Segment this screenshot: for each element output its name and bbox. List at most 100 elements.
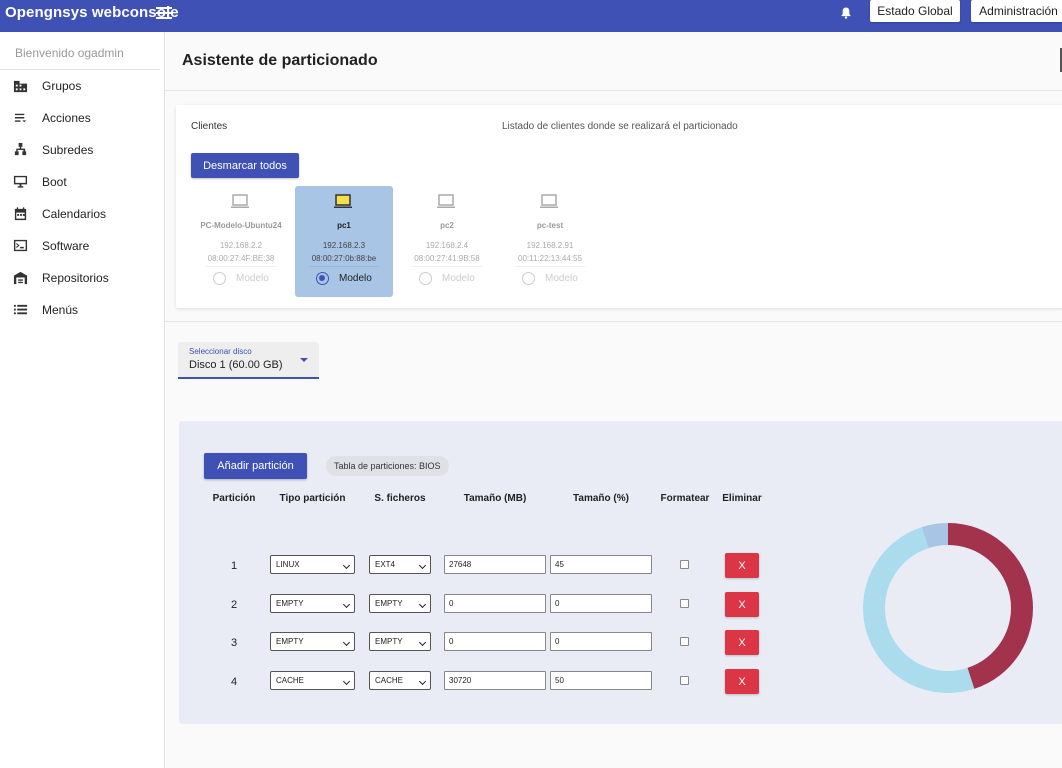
computer-icon: [437, 194, 455, 208]
bell-icon[interactable]: [838, 5, 854, 21]
sidebar-item-label: Calendarios: [42, 207, 107, 221]
filesystem-select[interactable]: CACHE: [369, 671, 431, 690]
client-mac: 08:00:27:41:9B:58: [414, 254, 480, 263]
terminal-icon: [13, 239, 28, 252]
size-mb-input[interactable]: 27648: [444, 555, 546, 574]
sidebar-item-label: Repositorios: [42, 271, 109, 285]
sidebar-item-grupos[interactable]: Grupos: [0, 72, 164, 100]
client-name: pc1: [337, 221, 351, 230]
sidebar-item-boot[interactable]: Boot: [0, 168, 164, 196]
network-icon: [14, 142, 27, 156]
model-radio-label: Modelo: [442, 273, 475, 284]
client-mac: 08:00:27:4F:BE:38: [207, 254, 275, 263]
section-divider: [165, 321, 1062, 322]
disk-select[interactable]: Seleccionar disco Disco 1 (60.00 GB): [178, 342, 319, 379]
client-name: pc2: [440, 221, 454, 230]
building-icon: [13, 80, 28, 93]
header-size-mb: Tamaño (MB): [463, 493, 527, 504]
filesystem-select[interactable]: EMPTY: [369, 594, 431, 613]
sidebar-item-subredes[interactable]: Subredes: [0, 136, 164, 164]
partition-number: 3: [230, 637, 238, 649]
app-title: Opengnsys webconsole: [5, 4, 179, 21]
partition-number: 4: [230, 676, 238, 688]
partition-row: 3 EMPTY EMPTY 0 0 X: [179, 630, 779, 658]
format-checkbox[interactable]: [680, 599, 689, 608]
model-radio-label: Modelo: [545, 273, 578, 284]
client-card[interactable]: pc2 192.168.2.4 08:00:27:41:9B:58 Modelo: [398, 186, 496, 297]
client-divider: [515, 266, 585, 267]
size-percent-input[interactable]: 0: [550, 594, 652, 613]
clients-card: Clientes Listado de clientes donde se re…: [176, 105, 1062, 308]
sidebar-divider: [0, 69, 160, 70]
model-radio[interactable]: [419, 272, 432, 285]
clients-description: Listado de clientes donde se realizará e…: [502, 121, 738, 132]
client-divider: [206, 266, 276, 267]
size-percent-input[interactable]: 45: [550, 555, 652, 574]
computer-icon: [334, 194, 352, 208]
sidebar-item-label: Software: [42, 239, 90, 253]
disk-select-label: Seleccionar disco: [189, 347, 252, 356]
filesystem-select[interactable]: EMPTY: [369, 632, 431, 651]
partition-donut-chart: [863, 523, 1033, 693]
header-delete: Eliminar: [722, 493, 762, 504]
clients-label: Clientes: [191, 121, 228, 132]
size-mb-input[interactable]: 0: [444, 594, 546, 613]
menu-list-icon: [13, 304, 28, 315]
partition-number: 2: [230, 599, 238, 611]
warehouse-icon: [13, 271, 28, 285]
sidebar: Bienvenido ogadmin Grupos Acciones Subre…: [0, 32, 165, 768]
model-radio[interactable]: [213, 272, 226, 285]
sidebar-item-software[interactable]: Software: [0, 232, 164, 260]
header-filesystem: S. ficheros: [374, 493, 426, 504]
partition-type-select[interactable]: LINUX: [270, 555, 355, 574]
size-mb-input[interactable]: 30720: [444, 671, 546, 690]
welcome-text: Bienvenido ogadmin: [15, 46, 124, 60]
format-checkbox[interactable]: [680, 676, 689, 685]
client-card[interactable]: PC-Modelo-Ubuntu24 192.168.2.2 08:00:27:…: [192, 186, 290, 297]
computer-icon: [540, 194, 558, 208]
client-divider: [309, 266, 379, 267]
top-bar: Opengnsys webconsole Estado Global Admin…: [0, 0, 1062, 32]
client-ip: 192.168.2.4: [425, 241, 469, 250]
partition-row: 1 LINUX EXT4 27648 45 X: [179, 553, 779, 581]
delete-partition-button[interactable]: X: [725, 630, 759, 655]
format-checkbox[interactable]: [680, 637, 689, 646]
sidebar-item-calendarios[interactable]: Calendarios: [0, 200, 164, 228]
sidebar-item-label: Menús: [42, 303, 79, 317]
client-card[interactable]: pc-test 192.168.2.91 00:11:22:13:44:55 M…: [501, 186, 599, 297]
donut-slice-1: [863, 527, 975, 693]
size-percent-input[interactable]: 50: [550, 671, 652, 690]
model-radio[interactable]: [316, 272, 329, 285]
administration-button[interactable]: Administración: [971, 0, 1062, 22]
dropdown-arrow-icon: [300, 358, 308, 362]
hamburger-menu-icon[interactable]: [156, 5, 172, 21]
unmark-all-button[interactable]: Desmarcar todos: [191, 153, 299, 178]
client-ip: 192.168.2.3: [322, 241, 366, 250]
partition-table-chip: Tabla de particiones: BIOS: [326, 456, 449, 476]
size-mb-input[interactable]: 0: [444, 632, 546, 651]
sidebar-item-acciones[interactable]: Acciones: [0, 104, 164, 132]
size-percent-input[interactable]: 0: [550, 632, 652, 651]
delete-partition-button[interactable]: X: [725, 553, 759, 578]
donut-slice-0: [947, 523, 1033, 689]
partition-type-select[interactable]: CACHE: [270, 671, 355, 690]
model-radio-label: Modelo: [339, 273, 372, 284]
delete-partition-button[interactable]: X: [725, 592, 759, 617]
model-radio[interactable]: [522, 272, 535, 285]
client-divider: [412, 266, 482, 267]
client-card[interactable]: pc1 192.168.2.3 08:00:27:0b:88:be Modelo: [295, 186, 393, 297]
sidebar-item-menus[interactable]: Menús: [0, 296, 164, 324]
client-name: pc-test: [536, 221, 564, 230]
sidebar-item-repositorios[interactable]: Repositorios: [0, 264, 164, 292]
client-ip: 192.168.2.91: [526, 241, 574, 250]
global-status-button[interactable]: Estado Global: [870, 0, 960, 22]
header-partition-type: Tipo partición: [279, 493, 346, 504]
partition-type-select[interactable]: EMPTY: [270, 594, 355, 613]
calendar-icon: [14, 207, 27, 221]
delete-partition-button[interactable]: X: [725, 669, 759, 694]
filesystem-select[interactable]: EXT4: [369, 555, 431, 574]
partition-row: 4 CACHE CACHE 30720 50 X: [179, 669, 779, 697]
add-partition-button[interactable]: Añadir partición: [204, 453, 307, 479]
partition-type-select[interactable]: EMPTY: [270, 632, 355, 651]
format-checkbox[interactable]: [680, 560, 689, 569]
